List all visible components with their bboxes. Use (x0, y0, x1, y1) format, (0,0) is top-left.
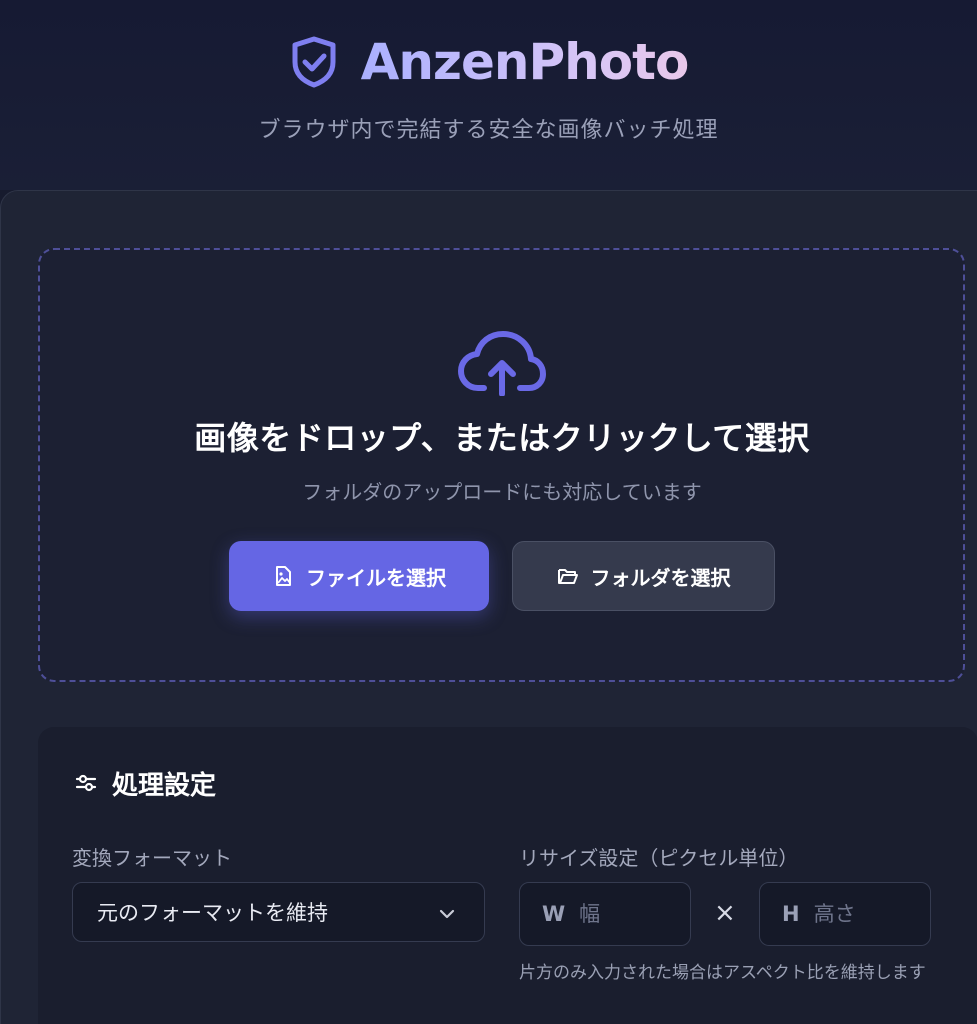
select-folder-label: フォルダを選択 (590, 565, 731, 590)
app-header: AnzenPhoto ブラウザ内で完結する安全な画像バッチ処理 (0, 0, 977, 190)
cloud-upload-icon (458, 331, 546, 396)
height-input[interactable] (813, 902, 914, 926)
app-title: AnzenPhoto (361, 30, 690, 94)
height-prefix: H (782, 902, 800, 926)
brand: AnzenPhoto (0, 30, 977, 94)
sliders-icon (75, 774, 97, 792)
width-prefix: W (542, 902, 566, 926)
format-label: 変換フォーマット (72, 846, 232, 870)
height-field[interactable]: H (759, 882, 931, 946)
select-folder-button[interactable]: フォルダを選択 (512, 541, 775, 611)
image-file-icon (276, 566, 291, 586)
format-selected-value: 元のフォーマットを維持 (97, 901, 328, 925)
times-symbol: × (714, 898, 736, 928)
select-files-label: ファイルを選択 (306, 565, 446, 590)
width-input[interactable] (579, 902, 680, 926)
app-subtitle: ブラウザ内で完結する安全な画像バッチ処理 (258, 118, 719, 143)
folder-open-icon (557, 569, 578, 584)
shield-check-icon (292, 36, 336, 88)
resize-hint: 片方のみ入力された場合はアスペクト比を維持します (519, 963, 926, 983)
settings-title-label: 処理設定 (112, 770, 217, 801)
chevron-down-icon (439, 909, 455, 919)
resize-label: リサイズ設定（ピクセル単位） (519, 846, 799, 870)
select-files-button[interactable]: ファイルを選択 (229, 541, 489, 611)
dropzone[interactable] (38, 248, 965, 682)
settings-title: 処理設定 (74, 764, 216, 802)
format-select[interactable]: 元のフォーマットを維持 (72, 882, 485, 942)
dropzone-subtitle: フォルダのアップロードにも対応しています (302, 480, 702, 504)
dropzone-title: 画像をドロップ、またはクリックして選択 (194, 419, 810, 457)
width-field[interactable]: W (519, 882, 691, 946)
